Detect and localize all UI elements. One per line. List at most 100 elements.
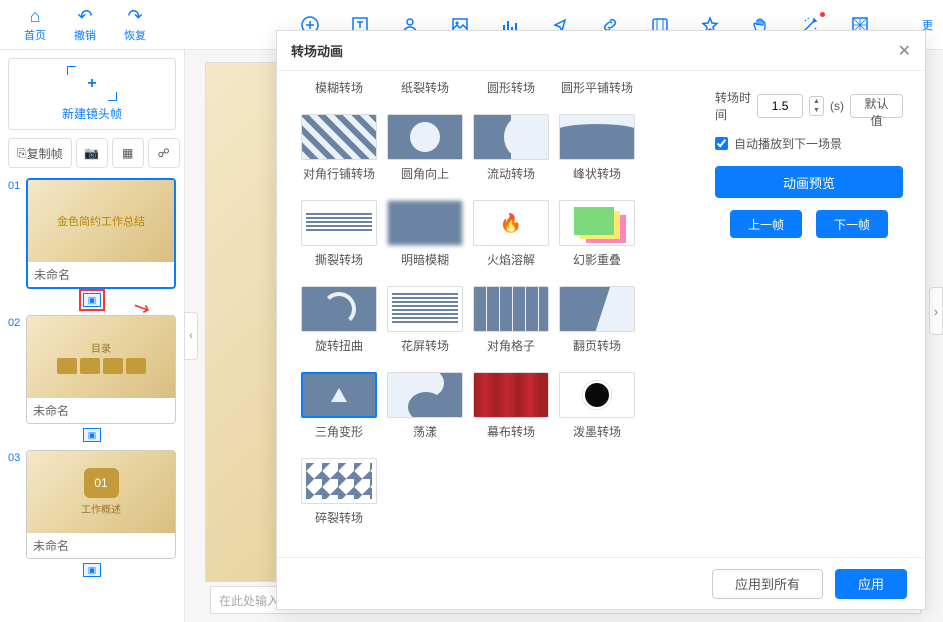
slide-name: 未命名 xyxy=(28,262,174,287)
transition-item[interactable]: 翻页转场 xyxy=(559,286,635,354)
transition-item[interactable]: 碎裂转场 xyxy=(301,458,377,526)
copy-frame-button[interactable]: ⎘ 复制帧 xyxy=(8,138,72,168)
transition-label: 圆角向上 xyxy=(401,165,449,182)
slide-thumb-text: 工作概述 xyxy=(81,501,121,516)
transition-label: 旋转扭曲 xyxy=(315,337,363,354)
modal-settings: 转场时间 ▲▼ (s) 默认值 自动播放到下一场景 动画预览 上一帧 下一帧 xyxy=(705,71,925,557)
transition-indicator[interactable]: ▣ ↘ xyxy=(8,293,176,307)
transition-label: 泼墨转场 xyxy=(573,423,621,440)
transition-item[interactable]: 明暗模糊 xyxy=(387,200,463,268)
transition-item[interactable]: 流动转场 xyxy=(473,114,549,182)
time-spinner[interactable]: ▲▼ xyxy=(809,96,824,116)
transition-item[interactable]: 泼墨转场 xyxy=(559,372,635,440)
transition-label: 花屏转场 xyxy=(401,337,449,354)
transition-item[interactable]: 三角变形 xyxy=(301,372,377,440)
top-left-group: ⌂ 首页 ↶撤销 ↷恢复 xyxy=(10,1,160,49)
next-frame-button[interactable]: 下一帧 xyxy=(816,210,888,238)
slide-thumb: 01 工作概述 xyxy=(27,451,175,533)
transition-label: 对角格子 xyxy=(487,337,535,354)
transition-thumb xyxy=(559,114,635,160)
qr-button[interactable]: ▦ xyxy=(112,138,144,168)
transition-label: 三角变形 xyxy=(315,423,363,440)
transition-time-row: 转场时间 ▲▼ (s) 默认值 xyxy=(715,89,903,123)
slide-tools: ⎘ 复制帧 📷 ▦ ☍ xyxy=(8,138,176,168)
transition-thumb xyxy=(301,458,377,504)
preview-button[interactable]: 动画预览 xyxy=(715,166,903,198)
slide-thumb-text: 目录 xyxy=(91,340,111,355)
transition-label: 幕布转场 xyxy=(487,423,535,440)
focus-frame-icon: + xyxy=(67,66,117,101)
slide-item[interactable]: 03 01 工作概述 未命名 xyxy=(8,450,176,559)
autoplay-input[interactable] xyxy=(715,137,728,150)
transition-item[interactable]: 圆角向上 xyxy=(387,114,463,182)
slide-card[interactable]: 金色简约工作总结 未命名 xyxy=(26,178,176,289)
transition-label: 火焰溶解 xyxy=(487,251,535,268)
transition-indicator[interactable]: ▣ xyxy=(8,428,176,442)
expand-right-button[interactable]: › xyxy=(929,287,943,335)
transition-item[interactable]: 对角格子 xyxy=(473,286,549,354)
slide-thumb: 金色简约工作总结 xyxy=(28,180,174,262)
sidebar: + 新建镜头帧 ⎘ 复制帧 📷 ▦ ☍ 01 金色简约工作总结 未命名 ▣ ↘ … xyxy=(0,50,185,622)
spin-down-icon[interactable]: ▼ xyxy=(810,106,823,115)
collapse-sidebar-button[interactable]: ‹ xyxy=(184,312,198,360)
qr-icon: ▦ xyxy=(122,146,133,160)
transition-thumb xyxy=(301,372,377,418)
time-input[interactable] xyxy=(757,94,803,118)
new-frame-button[interactable]: + 新建镜头帧 xyxy=(8,58,176,130)
redo-button[interactable]: ↷恢复 xyxy=(110,1,160,49)
autoplay-checkbox[interactable]: 自动播放到下一场景 xyxy=(715,135,903,152)
home-icon: ⌂ xyxy=(30,7,41,25)
apply-all-button[interactable]: 应用到所有 xyxy=(712,569,823,599)
home-label: 首页 xyxy=(24,27,46,43)
slide-item[interactable]: 02 目录 未命名 xyxy=(8,315,176,424)
transition-item[interactable]: 幻影重叠 xyxy=(559,200,635,268)
modal-body: 模糊转场纸裂转场圆形转场圆形平铺转场对角行铺转场圆角向上流动转场峰状转场撕裂转场… xyxy=(277,71,925,557)
camera-button[interactable]: 📷 xyxy=(76,138,108,168)
transition-item[interactable]: 撕裂转场 xyxy=(301,200,377,268)
transition-item[interactable]: 火焰溶解 xyxy=(473,200,549,268)
default-button[interactable]: 默认值 xyxy=(850,94,903,118)
slide-number: 03 xyxy=(8,450,22,559)
transition-thumb xyxy=(301,114,377,160)
transition-item[interactable]: 模糊转场 xyxy=(301,83,377,96)
camera-icon: 📷 xyxy=(84,146,99,160)
transition-label: 圆形平铺转场 xyxy=(561,79,633,96)
transition-item[interactable]: 圆形平铺转场 xyxy=(559,83,635,96)
transition-indicator[interactable]: ▣ xyxy=(8,563,176,577)
link2-button[interactable]: ☍ xyxy=(148,138,180,168)
transition-item[interactable]: 对角行铺转场 xyxy=(301,114,377,182)
transition-thumb xyxy=(559,286,635,332)
time-label: 转场时间 xyxy=(715,89,751,123)
spin-up-icon[interactable]: ▲ xyxy=(810,97,823,106)
plus-icon: + xyxy=(87,75,96,93)
transition-thumb xyxy=(301,286,377,332)
slide-thumb: 目录 xyxy=(27,316,175,398)
slide-thumb-text: 金色简约工作总结 xyxy=(57,213,145,229)
slide-name: 未命名 xyxy=(27,533,175,558)
slide-card[interactable]: 01 工作概述 未命名 xyxy=(26,450,176,559)
apply-button[interactable]: 应用 xyxy=(835,569,907,599)
redo-icon: ↷ xyxy=(127,7,142,25)
transition-item[interactable]: 幕布转场 xyxy=(473,372,549,440)
transition-item[interactable]: 圆形转场 xyxy=(473,83,549,96)
transition-item[interactable]: 荡漾 xyxy=(387,372,463,440)
slide-item[interactable]: 01 金色简约工作总结 未命名 xyxy=(8,178,176,289)
close-button[interactable]: ✕ xyxy=(898,41,911,61)
home-button[interactable]: ⌂ 首页 xyxy=(10,1,60,49)
slide-card[interactable]: 目录 未命名 xyxy=(26,315,176,424)
transition-item[interactable]: 纸裂转场 xyxy=(387,83,463,96)
undo-button[interactable]: ↶撤销 xyxy=(60,1,110,49)
new-frame-label: 新建镜头帧 xyxy=(62,105,122,122)
slide-thumb-big: 01 xyxy=(84,468,119,498)
transition-item[interactable]: 旋转扭曲 xyxy=(301,286,377,354)
transition-thumb xyxy=(301,200,377,246)
prev-frame-button[interactable]: 上一帧 xyxy=(730,210,802,238)
transition-item[interactable]: 峰状转场 xyxy=(559,114,635,182)
transition-grid: 模糊转场纸裂转场圆形转场圆形平铺转场对角行铺转场圆角向上流动转场峰状转场撕裂转场… xyxy=(277,71,705,557)
transition-label: 圆形转场 xyxy=(487,79,535,96)
transition-item[interactable]: 花屏转场 xyxy=(387,286,463,354)
transition-label: 荡漾 xyxy=(413,423,437,440)
transition-label: 碎裂转场 xyxy=(315,509,363,526)
modal-title: 转场动画 xyxy=(291,41,343,60)
transition-label: 纸裂转场 xyxy=(401,79,449,96)
